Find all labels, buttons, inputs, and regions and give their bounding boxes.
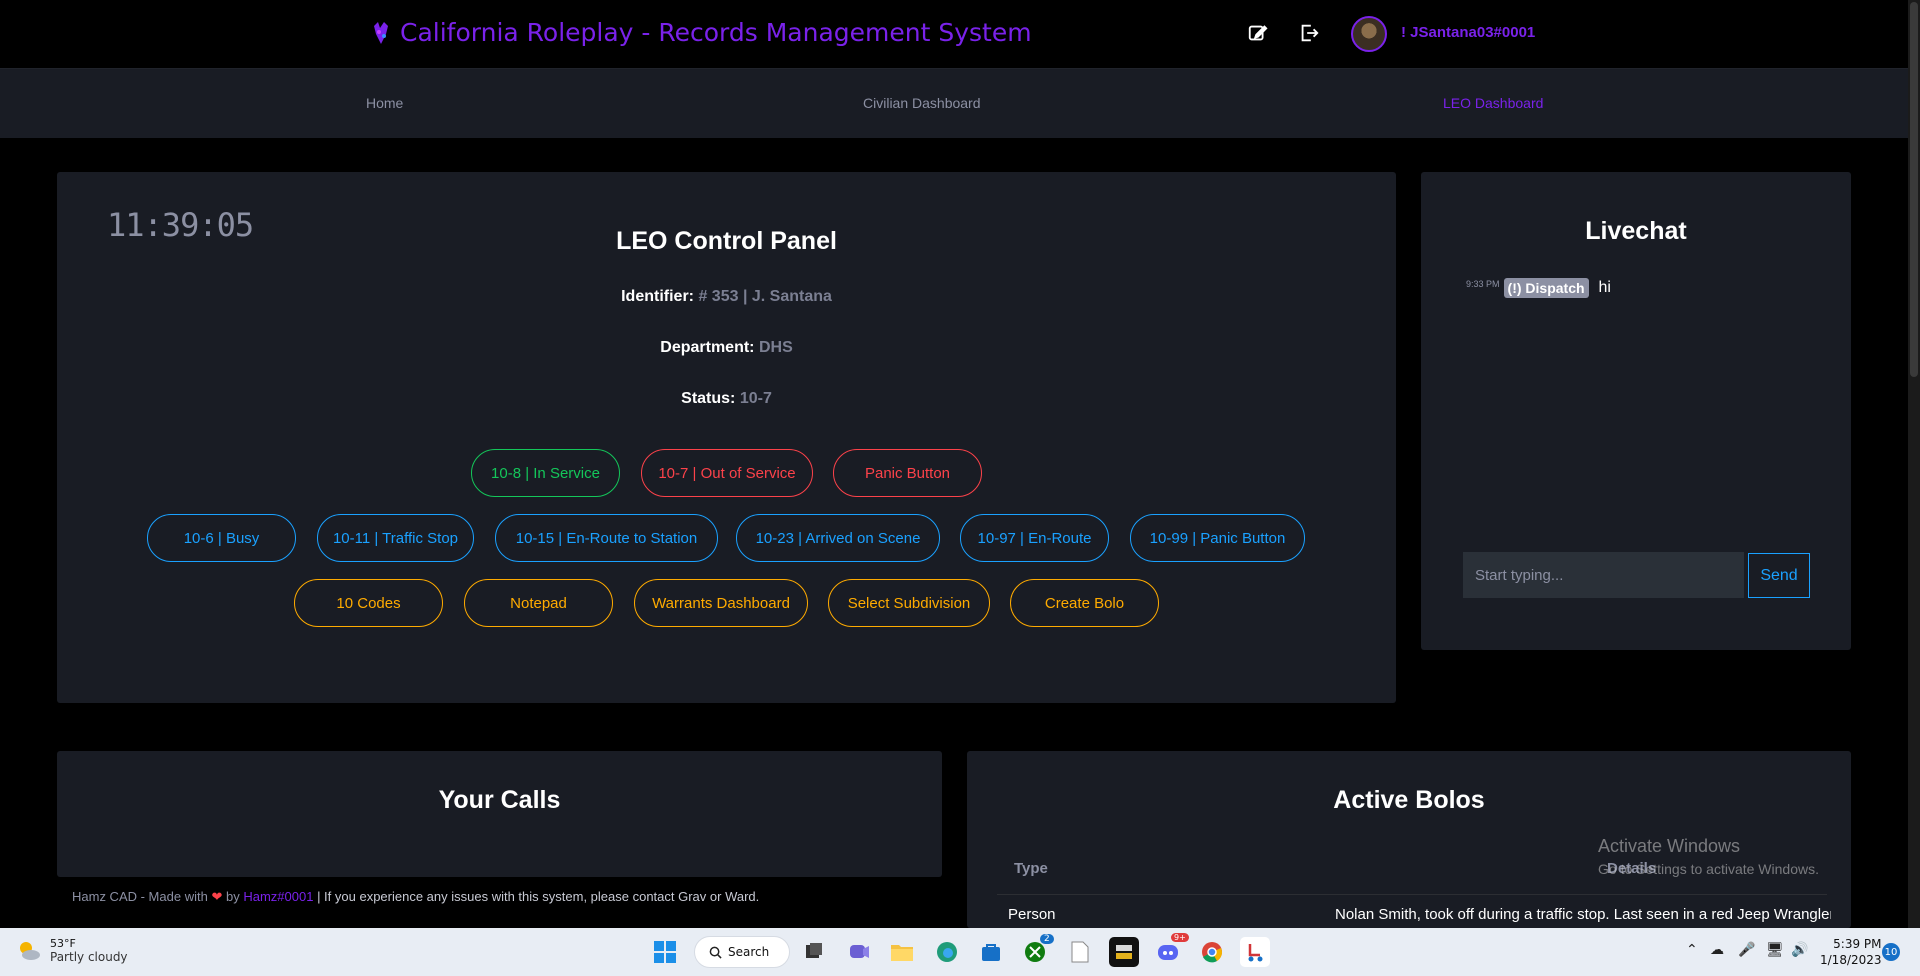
game-app-icon[interactable] xyxy=(1109,937,1139,967)
taskbar-search[interactable]: Search xyxy=(694,936,790,968)
task-view-icon[interactable] xyxy=(799,937,829,967)
taskbar-clock[interactable]: 5:39 PM 1/18/2023 xyxy=(1820,936,1882,968)
footer: Hamz CAD - Made with ❤ by Hamz#0001 | If… xyxy=(72,889,759,905)
bolo-header-divider xyxy=(997,894,1827,895)
show-hidden-icons-icon[interactable]: ⌃ xyxy=(1686,942,1698,958)
bolo-column-type: Type xyxy=(1014,860,1048,877)
your-calls-panel: Your Calls xyxy=(57,751,942,877)
chat-message: 9:33 PM (!) Dispatch hi xyxy=(1466,278,1611,298)
chat-message-sender: (!) Dispatch xyxy=(1503,278,1589,298)
xbox-badge: 2 xyxy=(1040,934,1054,944)
nav-item-leo-dashboard[interactable]: LEO Dashboard xyxy=(1443,95,1543,111)
your-calls-title: Your Calls xyxy=(438,786,561,814)
taskbar-date: 1/18/2023 xyxy=(1820,953,1882,967)
heart-icon: ❤ xyxy=(211,889,223,904)
active-bolos-title: Active Bolos xyxy=(1333,786,1485,814)
panel-title: LEO Control Panel xyxy=(616,227,837,255)
livechat-title: Livechat xyxy=(1585,217,1687,245)
traffic-stop-button[interactable]: 10-11 | Traffic Stop xyxy=(317,514,474,562)
nav-item-home[interactable]: Home xyxy=(366,95,403,111)
top-bar: California Roleplay - Records Management… xyxy=(0,0,1908,68)
out-of-service-button[interactable]: 10-7 | Out of Service xyxy=(641,449,813,497)
file-explorer-icon[interactable] xyxy=(887,937,917,967)
chrome-icon[interactable] xyxy=(1197,937,1227,967)
nav-bar: Home Civilian Dashboard LEO Dashboard xyxy=(0,68,1908,138)
status-row: Status: 10-7 xyxy=(57,390,1396,408)
brand[interactable]: California Roleplay - Records Management… xyxy=(370,18,1032,47)
footer-prefix: Hamz CAD - Made with xyxy=(72,889,208,904)
livechat-panel: Livechat 9:33 PM (!) Dispatch hi Send xyxy=(1421,172,1851,650)
teams-chat-icon[interactable] xyxy=(844,937,874,967)
status-value: 10-7 xyxy=(739,390,772,407)
chat-input[interactable] xyxy=(1463,552,1744,598)
busy-button[interactable]: 10-6 | Busy xyxy=(147,514,296,562)
edit-icon[interactable] xyxy=(1247,22,1269,44)
footer-by: by xyxy=(225,889,240,904)
weather-description: Partly cloudy xyxy=(50,950,128,964)
onedrive-icon[interactable]: ☁ xyxy=(1710,942,1724,958)
bolo-row-details: Nolan Smith, took off during a traffic s… xyxy=(1335,906,1831,923)
watermark-line1: Activate Windows xyxy=(1598,836,1741,856)
arrived-on-scene-button[interactable]: 10-23 | Arrived on Scene xyxy=(736,514,940,562)
department-row: Department: DHS xyxy=(57,339,1396,357)
edge-icon[interactable] xyxy=(932,937,962,967)
identifier-value: # 353 | J. Santana xyxy=(698,288,832,305)
en-route-to-station-button[interactable]: 10-15 | En-Route to Station xyxy=(495,514,718,562)
chat-message-text: hi xyxy=(1598,279,1611,296)
page: California Roleplay - Records Management… xyxy=(0,0,1920,976)
weather-temperature: 53°F xyxy=(50,937,76,950)
nav-item-civilian-dashboard[interactable]: Civilian Dashboard xyxy=(863,95,981,111)
volume-icon[interactable]: 🔊 xyxy=(1791,942,1808,958)
search-label: Search xyxy=(728,945,770,959)
identifier-row: Identifier: # 353 | J. Santana xyxy=(57,288,1396,306)
watermark-line2: Go to Settings to activate Windows. xyxy=(1598,861,1819,877)
create-bolo-button[interactable]: Create Bolo xyxy=(1010,579,1159,627)
network-icon[interactable]: 🖥 xyxy=(1766,942,1784,958)
activate-windows-watermark: Activate Windows Go to Settings to activ… xyxy=(1598,836,1819,877)
logout-icon[interactable] xyxy=(1298,22,1320,44)
footer-suffix: | If you experience any issues with this… xyxy=(317,889,760,904)
partly-cloudy-icon xyxy=(20,941,40,960)
discord-badge: 9+ xyxy=(1171,933,1189,942)
snipping-tool-icon[interactable] xyxy=(1240,937,1270,967)
taskbar-time: 5:39 PM xyxy=(1833,937,1882,951)
status-label: Status: xyxy=(681,390,736,407)
ten-codes-button[interactable]: 10 Codes xyxy=(294,579,443,627)
department-label: Department: xyxy=(660,339,755,356)
send-button[interactable]: Send xyxy=(1748,553,1810,598)
scrollbar-thumb[interactable] xyxy=(1910,2,1918,377)
leo-control-panel: 11:39:05 LEO Control Panel Identifier: #… xyxy=(57,172,1396,703)
identifier-label: Identifier: xyxy=(621,288,694,305)
department-value: DHS xyxy=(758,339,793,356)
discord-icon[interactable]: 9+ xyxy=(1153,933,1189,967)
brand-logo-icon xyxy=(374,21,388,44)
xbox-icon[interactable]: 2 xyxy=(1020,934,1054,967)
taskbar: 53°F Partly cloudy Search 2 9+ ⌃ ☁ 🎤 🖥 🔊… xyxy=(0,928,1920,976)
select-subdivision-button[interactable]: Select Subdivision xyxy=(828,579,990,627)
footer-author-link[interactable]: Hamz#0001 xyxy=(243,889,313,904)
panic-button-1099[interactable]: 10-99 | Panic Button xyxy=(1130,514,1305,562)
start-icon[interactable] xyxy=(650,937,680,967)
microphone-icon[interactable]: 🎤 xyxy=(1738,942,1755,958)
avatar[interactable] xyxy=(1351,16,1387,52)
in-service-button[interactable]: 10-8 | In Service xyxy=(471,449,620,497)
en-route-button[interactable]: 10-97 | En-Route xyxy=(960,514,1109,562)
username[interactable]: ! JSantana03#0001 xyxy=(1401,24,1535,41)
warrants-dashboard-button[interactable]: Warrants Dashboard xyxy=(634,579,808,627)
panic-button[interactable]: Panic Button xyxy=(833,449,982,497)
app-title: California Roleplay - Records Management… xyxy=(400,18,1032,47)
search-icon xyxy=(709,946,722,959)
weather-widget[interactable]: 53°F Partly cloudy xyxy=(16,937,128,964)
notepad-app-icon[interactable] xyxy=(1065,937,1095,967)
notification-badge[interactable]: 10 xyxy=(1882,943,1900,961)
chat-message-time: 9:33 PM xyxy=(1466,279,1500,289)
notepad-button[interactable]: Notepad xyxy=(464,579,613,627)
bolo-row-type: Person xyxy=(1008,906,1056,923)
store-icon[interactable] xyxy=(976,937,1006,967)
windows-logo-icon xyxy=(654,941,676,963)
scrollbar[interactable] xyxy=(1908,0,1920,928)
